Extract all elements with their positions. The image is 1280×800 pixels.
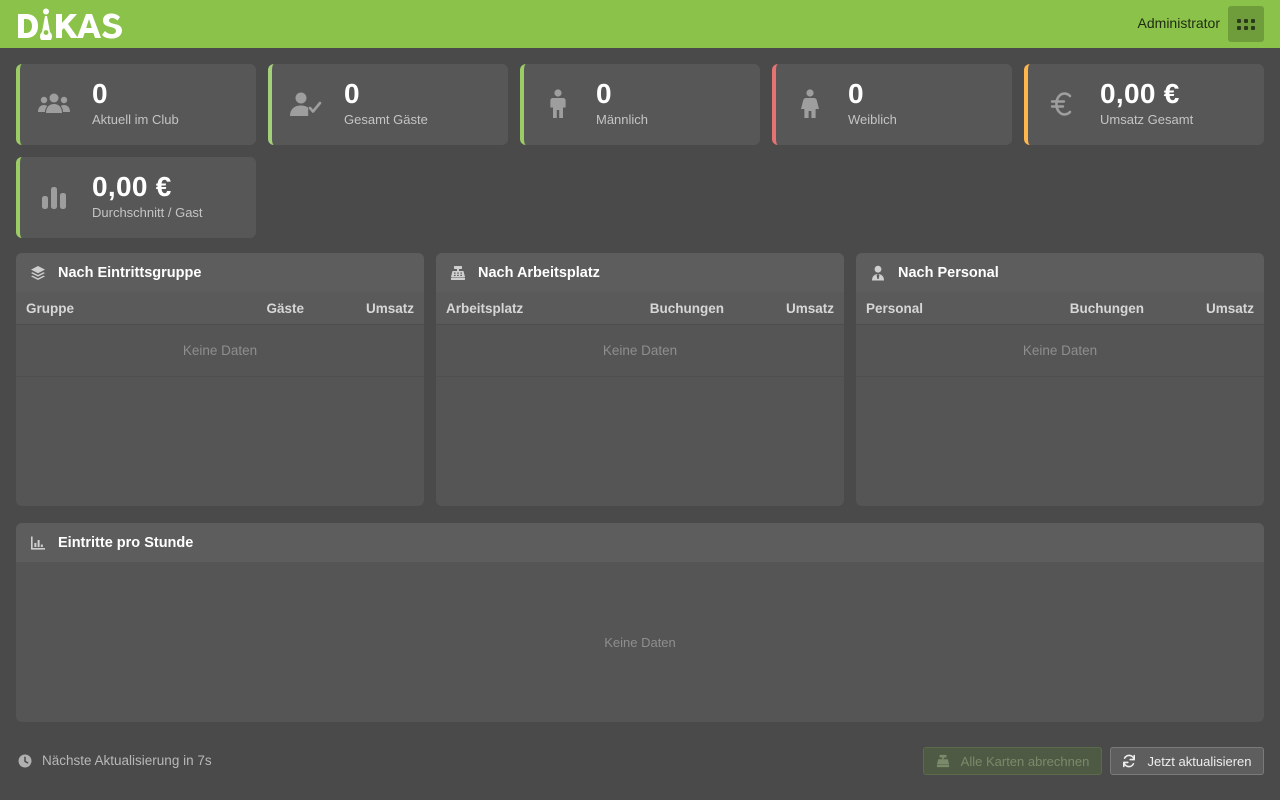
top-bar: Administrator xyxy=(0,0,1280,48)
column-header-workplace[interactable]: Arbeitsplatz xyxy=(446,301,604,316)
panel-title: Eintritte pro Stunde xyxy=(58,534,194,551)
panel-title: Nach Eintrittsgruppe xyxy=(58,264,202,281)
stat-card-average-per-guest: 0,00 € Durchschnitt / Gast xyxy=(16,157,256,238)
stat-value: 0 xyxy=(344,78,360,109)
column-header-revenue[interactable]: Umsatz xyxy=(724,301,834,316)
panel-header: Eintritte pro Stunde xyxy=(16,523,1264,562)
apps-menu-button[interactable] xyxy=(1228,6,1264,42)
panel-by-workplace: Nach Arbeitsplatz Arbeitsplatz Buchungen… xyxy=(436,253,844,506)
settle-all-cards-button[interactable]: Alle Karten abrechnen xyxy=(923,747,1102,775)
stat-label: Durchschnitt / Gast xyxy=(92,205,203,220)
layers-icon xyxy=(30,265,46,281)
bar-chart-icon xyxy=(38,181,70,213)
apps-grid-icon xyxy=(1237,18,1241,23)
table-header: Arbeitsplatz Buchungen Umsatz xyxy=(436,292,844,325)
column-header-revenue[interactable]: Umsatz xyxy=(304,301,414,316)
stat-value: 0 xyxy=(596,78,612,109)
panel-header: Nach Eintrittsgruppe xyxy=(16,253,424,292)
stat-label: Umsatz Gesamt xyxy=(1100,112,1194,127)
euro-icon xyxy=(1046,88,1078,120)
panel-by-staff: Nach Personal Personal Buchungen Umsatz … xyxy=(856,253,1264,506)
cash-register-icon xyxy=(450,265,466,281)
user-tie-icon xyxy=(870,265,886,281)
refresh-icon xyxy=(1122,754,1136,768)
user-check-icon xyxy=(290,88,322,120)
female-icon xyxy=(794,88,826,120)
current-user-label[interactable]: Administrator xyxy=(1138,15,1220,31)
column-header-revenue[interactable]: Umsatz xyxy=(1144,301,1254,316)
table-header: Personal Buchungen Umsatz xyxy=(856,292,1264,325)
next-update-text: Nächste Aktualisierung in 7s xyxy=(42,753,212,768)
panel-by-entry-group: Nach Eintrittsgruppe Gruppe Gäste Umsatz… xyxy=(16,253,424,506)
panel-title: Nach Personal xyxy=(898,264,999,281)
button-label: Alle Karten abrechnen xyxy=(960,753,1090,769)
dikas-logo[interactable] xyxy=(16,8,126,40)
cash-register-icon xyxy=(936,754,950,768)
empty-state-row: Keine Daten xyxy=(16,325,424,377)
stat-label: Aktuell im Club xyxy=(92,112,179,127)
chart-empty-state: Keine Daten xyxy=(604,634,676,650)
stat-value: 0 xyxy=(848,78,864,109)
button-label: Jetzt aktualisieren xyxy=(1147,753,1252,769)
stat-value: 0 xyxy=(92,78,108,109)
panel-header: Nach Arbeitsplatz xyxy=(436,253,844,292)
column-header-staff[interactable]: Personal xyxy=(866,301,1024,316)
table-header: Gruppe Gäste Umsatz xyxy=(16,292,424,325)
stat-label: Gesamt Gäste xyxy=(344,112,428,127)
next-update-indicator: Nächste Aktualisierung in 7s xyxy=(18,753,212,768)
clock-icon xyxy=(18,754,32,768)
empty-state-row: Keine Daten xyxy=(856,325,1264,377)
panel-title: Nach Arbeitsplatz xyxy=(478,264,600,281)
empty-state-row: Keine Daten xyxy=(436,325,844,377)
stat-card-in-club: 0 Aktuell im Club xyxy=(16,64,256,145)
column-header-bookings[interactable]: Buchungen xyxy=(1024,301,1144,316)
stat-card-female: 0 Weiblich xyxy=(772,64,1012,145)
panel-header: Nach Personal xyxy=(856,253,1264,292)
column-header-bookings[interactable]: Buchungen xyxy=(604,301,724,316)
male-icon xyxy=(542,88,574,120)
stat-card-revenue-total: 0,00 € Umsatz Gesamt xyxy=(1024,64,1264,145)
stat-card-male: 0 Männlich xyxy=(520,64,760,145)
chart-bar-icon xyxy=(30,535,46,551)
refresh-now-button[interactable]: Jetzt aktualisieren xyxy=(1110,747,1264,775)
stat-value: 0,00 € xyxy=(92,171,172,202)
stat-value: 0,00 € xyxy=(1100,78,1180,109)
panel-entries-per-hour: Eintritte pro Stunde Keine Daten xyxy=(16,523,1264,722)
users-group-icon xyxy=(38,88,70,120)
stat-label: Weiblich xyxy=(848,112,897,127)
column-header-guests[interactable]: Gäste xyxy=(184,301,304,316)
stat-label: Männlich xyxy=(596,112,649,127)
column-header-group[interactable]: Gruppe xyxy=(26,301,184,316)
stat-card-total-guests: 0 Gesamt Gäste xyxy=(268,64,508,145)
